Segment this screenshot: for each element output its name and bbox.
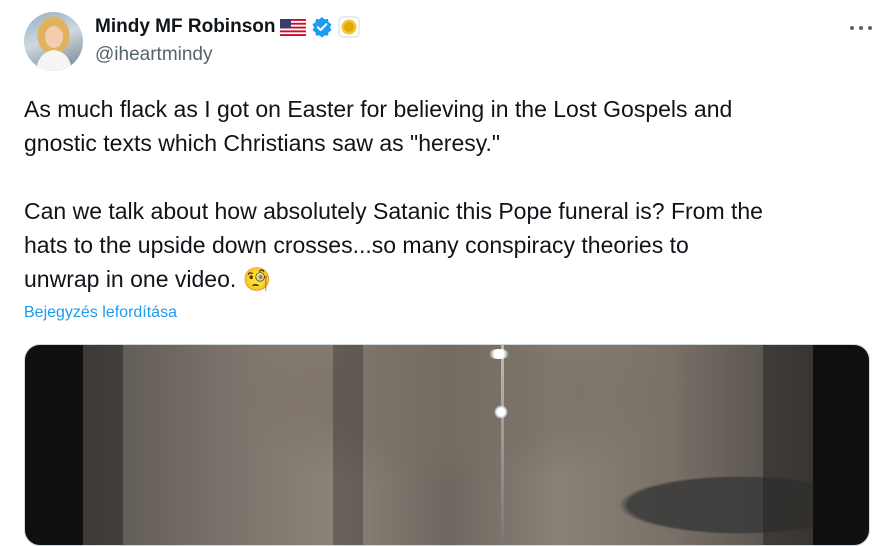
avatar-image xyxy=(36,18,72,71)
user-handle[interactable]: @iheartmindy xyxy=(95,44,213,66)
video-player[interactable] xyxy=(24,344,870,546)
tweet-text: As much flack as I got on Easter for bel… xyxy=(24,96,763,292)
display-name[interactable]: Mindy MF Robinson xyxy=(95,16,275,38)
lamp-pole xyxy=(501,345,504,545)
dot xyxy=(850,26,854,30)
pillar-shadow xyxy=(83,345,123,545)
dot xyxy=(859,26,863,30)
us-flag-icon xyxy=(280,18,307,36)
pillar-shadow xyxy=(333,345,363,545)
dot xyxy=(868,26,872,30)
translate-post-link[interactable]: Bejegyzés lefordítása xyxy=(24,304,177,322)
gold-circle-icon[interactable] xyxy=(338,16,360,38)
more-options-icon[interactable] xyxy=(850,18,872,38)
tweet-header: Mindy MF Robinson @iheartmindy xyxy=(24,12,880,72)
name-row: Mindy MF Robinson xyxy=(95,14,360,40)
pillar-shadow xyxy=(763,345,813,545)
verified-badge-icon[interactable] xyxy=(311,16,333,38)
lamp-light xyxy=(494,405,508,419)
lamp-light xyxy=(488,349,510,359)
avatar[interactable] xyxy=(24,12,83,71)
video-thumbnail[interactable] xyxy=(83,345,813,545)
